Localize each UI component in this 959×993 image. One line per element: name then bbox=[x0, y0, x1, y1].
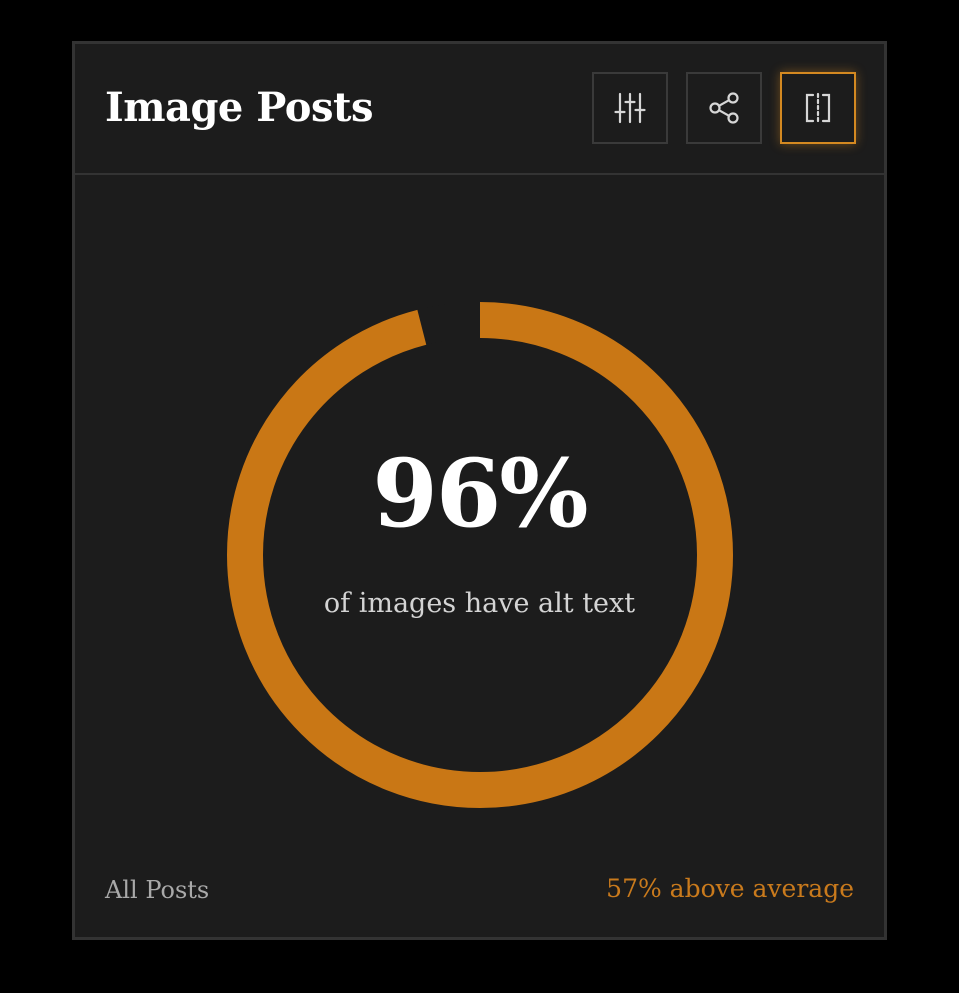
scope-label: All Posts bbox=[105, 876, 210, 904]
sliders-icon bbox=[614, 92, 646, 124]
image-posts-card: Image Posts 96% of images have alt text … bbox=[72, 41, 887, 940]
card-header: Image Posts bbox=[75, 44, 884, 175]
card-title: Image Posts bbox=[105, 84, 374, 131]
donut-filled-slice bbox=[227, 302, 733, 808]
split-view-icon bbox=[805, 92, 831, 124]
percentage-value: 96% bbox=[372, 439, 588, 549]
filter-button[interactable] bbox=[592, 72, 668, 144]
share-icon bbox=[709, 92, 739, 124]
comparison-label: 57% above average bbox=[606, 874, 854, 903]
share-button[interactable] bbox=[686, 72, 762, 144]
donut-chart: 96% of images have alt text bbox=[75, 175, 884, 855]
split-view-button[interactable] bbox=[780, 72, 856, 144]
percentage-caption: of images have alt text bbox=[323, 588, 636, 619]
